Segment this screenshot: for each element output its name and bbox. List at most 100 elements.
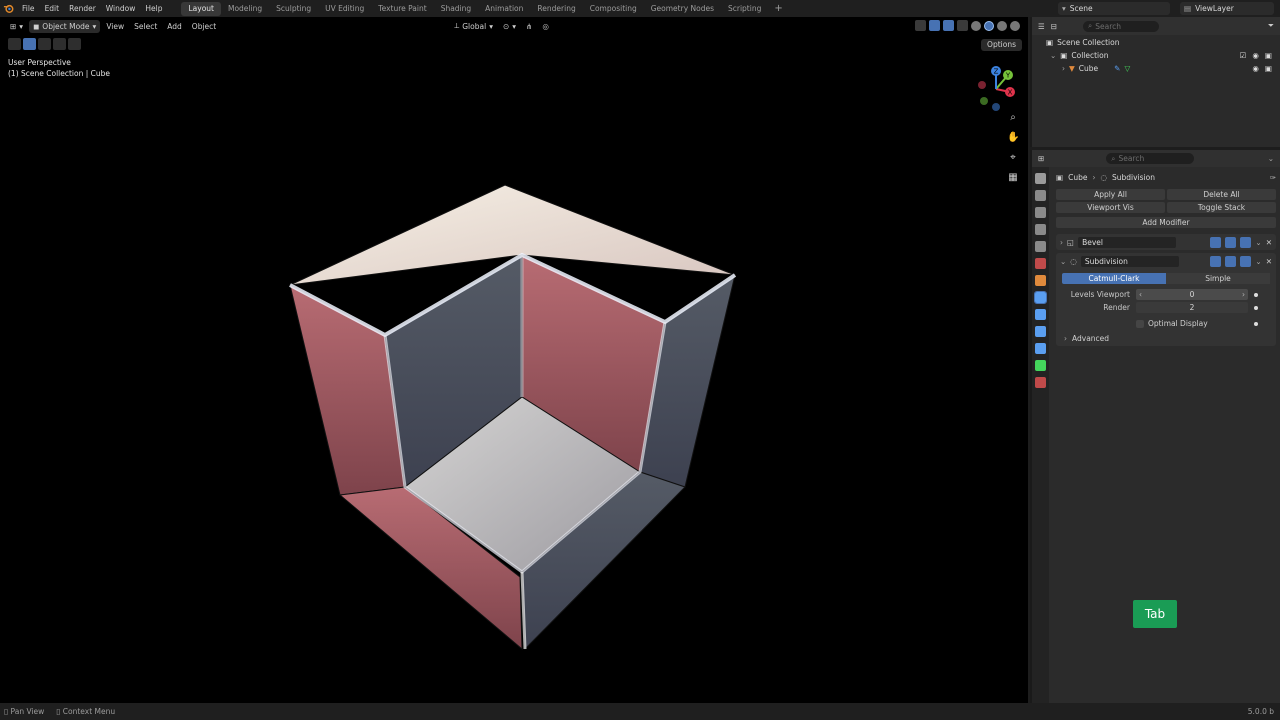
chevron-down-icon[interactable]: ⌄ — [1255, 257, 1261, 266]
view-layer-tab-icon[interactable] — [1035, 224, 1046, 235]
menu-object[interactable]: Object — [188, 20, 220, 33]
pin-icon[interactable]: ✑ — [1270, 173, 1276, 182]
world-tab-icon[interactable] — [1035, 258, 1046, 269]
data-tab-icon[interactable] — [1035, 360, 1046, 371]
decrement-arrow-icon[interactable]: ‹ — [1139, 289, 1142, 300]
chevron-down-icon[interactable]: ⌄ — [1268, 154, 1274, 163]
gizmo-toggle-icon[interactable] — [929, 20, 940, 31]
outliner-row-scene-collection[interactable]: ▣ Scene Collection — [1032, 36, 1280, 49]
material-tab-icon[interactable] — [1035, 377, 1046, 388]
chevron-down-icon[interactable]: ⌄ — [1050, 51, 1056, 60]
menu-help[interactable]: Help — [140, 0, 167, 17]
pivot-point-dropdown[interactable]: ⊙ ▾ — [499, 20, 520, 33]
xray-toggle-icon[interactable] — [957, 20, 968, 31]
increment-arrow-icon[interactable]: › — [1242, 289, 1245, 300]
checkbox-icon[interactable]: ☑ — [1240, 51, 1247, 60]
camera-icon[interactable]: ▣ — [1265, 51, 1272, 60]
eye-icon[interactable]: ◉ — [1252, 64, 1259, 73]
overlay-toggle-icon[interactable] — [943, 20, 954, 31]
apply-all-button[interactable]: Apply All — [1056, 189, 1165, 200]
toggle-stack-button[interactable]: Toggle Stack — [1167, 202, 1276, 213]
solid-shading-icon[interactable] — [984, 20, 994, 31]
outliner-row-collection[interactable]: ⌄ ▣ Collection ☑ ◉ ▣ — [1032, 49, 1280, 62]
select-intersect-icon[interactable] — [68, 38, 81, 50]
render-toggle-icon[interactable] — [1240, 236, 1252, 248]
tab-scripting[interactable]: Scripting — [721, 2, 768, 16]
outliner-row-cube[interactable]: › ▼ Cube ✎ ▽ ◉ ▣ — [1032, 62, 1280, 75]
render-toggle-icon[interactable] — [1240, 255, 1252, 267]
menu-window[interactable]: Window — [101, 0, 141, 17]
tab-texture-paint[interactable]: Texture Paint — [371, 2, 433, 16]
perspective-toggle-icon[interactable]: ▦ — [1007, 172, 1019, 184]
keyframe-dot-icon[interactable] — [1254, 292, 1258, 297]
delete-all-button[interactable]: Delete All — [1167, 189, 1276, 200]
pan-hand-icon[interactable]: ✋ — [1007, 132, 1019, 144]
particles-tab-icon[interactable] — [1035, 309, 1046, 320]
outliner-editor-icon[interactable]: ☰ — [1038, 22, 1045, 31]
constraints-tab-icon[interactable] — [1035, 343, 1046, 354]
levels-viewport-field[interactable]: ‹ 0 › — [1136, 289, 1248, 300]
modifier-name-field[interactable]: Subdivision — [1080, 255, 1179, 267]
menu-select[interactable]: Select — [130, 20, 161, 33]
modifier-tab-icon[interactable] — [1034, 291, 1047, 304]
chevron-down-icon[interactable]: ⌄ — [1255, 238, 1261, 247]
camera-view-icon[interactable]: ⌖ — [1007, 152, 1019, 164]
zoom-icon[interactable]: ⌕ — [1007, 112, 1019, 124]
tab-compositing[interactable]: Compositing — [583, 2, 644, 16]
rendered-shading-icon[interactable] — [1010, 20, 1020, 31]
select-new-icon[interactable] — [23, 38, 36, 50]
tool-tab-icon[interactable] — [1035, 173, 1046, 184]
scene-selector[interactable]: ▾ Scene — [1058, 2, 1170, 15]
scene-tab-icon[interactable] — [1035, 241, 1046, 252]
tab-layout[interactable]: Layout — [181, 1, 221, 16]
filter-icon[interactable]: ⏷ — [1268, 21, 1274, 31]
keyframe-dot-icon[interactable] — [1254, 321, 1258, 326]
tab-animation[interactable]: Animation — [478, 2, 530, 16]
wireframe-shading-icon[interactable] — [971, 20, 981, 31]
chevron-down-icon[interactable]: ⌄ — [1060, 257, 1066, 266]
camera-icon[interactable]: ▣ — [1265, 64, 1272, 73]
select-extend-icon[interactable] — [38, 38, 51, 50]
tweak-tool-icon[interactable] — [8, 38, 21, 50]
snap-toggle[interactable]: ⋔ — [522, 20, 536, 33]
edit-mode-toggle-icon[interactable] — [1210, 255, 1222, 267]
cube-mesh[interactable] — [280, 165, 750, 665]
viewport-vis-button[interactable]: Viewport Vis — [1056, 202, 1165, 213]
output-tab-icon[interactable] — [1035, 207, 1046, 218]
blender-logo-icon[interactable] — [0, 0, 17, 17]
material-shading-icon[interactable] — [997, 20, 1007, 31]
simple-option[interactable]: Simple — [1166, 273, 1270, 284]
viewport-toggle-icon[interactable] — [1225, 236, 1237, 248]
menu-view[interactable]: View — [102, 20, 128, 33]
keyframe-dot-icon[interactable] — [1254, 305, 1258, 310]
properties-editor-icon[interactable]: ⊞ — [1038, 154, 1044, 163]
advanced-subpanel[interactable]: › Advanced — [1056, 330, 1276, 346]
navigation-gizmo[interactable]: X Y Z — [972, 63, 1022, 113]
options-button[interactable]: Options — [981, 39, 1022, 51]
properties-search-field[interactable]: ⌕ Search — [1106, 153, 1195, 164]
add-workspace-button[interactable]: + — [768, 3, 788, 14]
optimal-display-checkbox[interactable] — [1136, 319, 1144, 328]
outliner-search-field[interactable]: ⌕ Search — [1083, 20, 1160, 32]
tab-rendering[interactable]: Rendering — [530, 2, 582, 16]
chevron-right-icon[interactable]: › — [1060, 238, 1063, 247]
menu-file[interactable]: File — [17, 0, 40, 17]
object-tab-icon[interactable] — [1035, 275, 1046, 286]
proportional-edit-toggle[interactable]: ◎ — [538, 20, 553, 33]
visibility-icon[interactable] — [915, 20, 926, 31]
modifier-name-field[interactable]: Bevel — [1078, 236, 1177, 248]
close-icon[interactable]: ✕ — [1266, 257, 1272, 266]
tab-geometry-nodes[interactable]: Geometry Nodes — [644, 2, 721, 16]
modifier-header[interactable]: ⌄ ◌ Subdivision ⌄ ✕ — [1056, 253, 1276, 269]
view-layer-selector[interactable]: ▤ ViewLayer — [1180, 2, 1274, 15]
editor-type-button[interactable]: ⊞ ▾ — [6, 20, 27, 33]
neg-z-axis-handle-icon[interactable] — [992, 103, 1000, 111]
render-tab-icon[interactable] — [1035, 190, 1046, 201]
display-mode-icon[interactable]: ⊟ — [1051, 22, 1057, 31]
catmull-clark-option[interactable]: Catmull-Clark — [1062, 273, 1166, 284]
tab-sculpting[interactable]: Sculpting — [269, 2, 318, 16]
3d-viewport[interactable]: ⊞ ▾ ◼ Object Mode ▾ View Select Add Object … — [0, 17, 1028, 703]
tab-shading[interactable]: Shading — [434, 2, 478, 16]
neg-y-axis-handle-icon[interactable] — [980, 97, 988, 105]
mode-dropdown[interactable]: ◼ Object Mode ▾ — [29, 19, 101, 33]
